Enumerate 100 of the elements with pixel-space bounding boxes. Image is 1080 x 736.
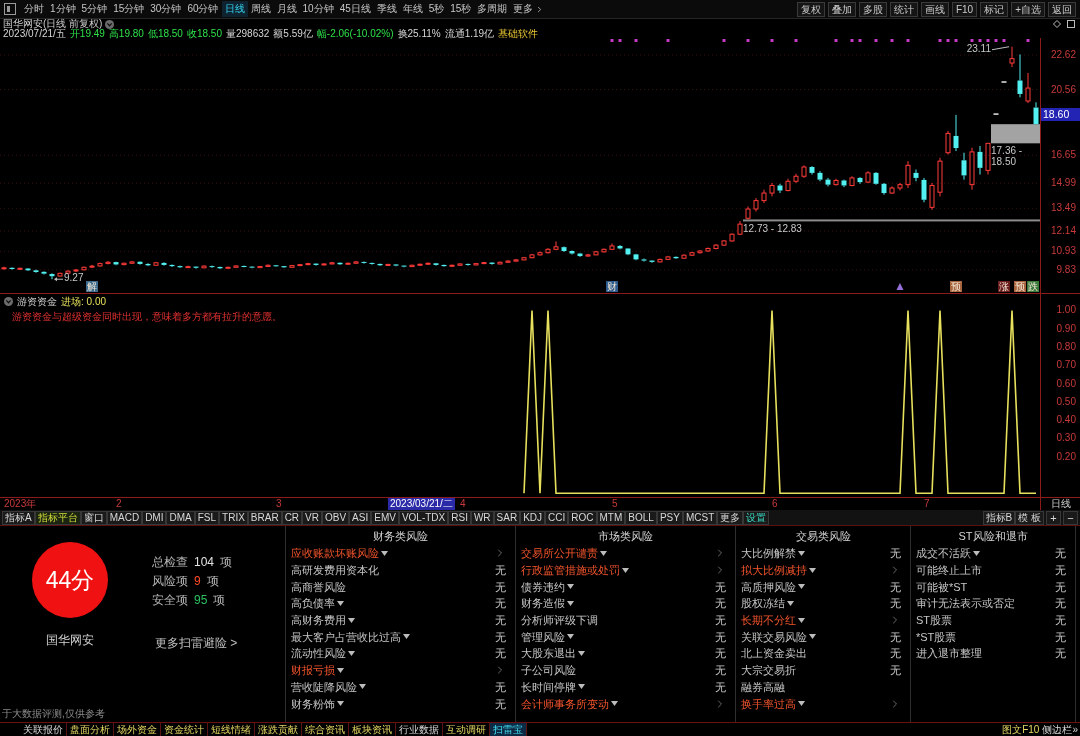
indicator-tab[interactable]: ROC	[568, 510, 597, 525]
risk-item[interactable]: 股权冻结	[741, 596, 785, 611]
caret-icon[interactable]	[798, 550, 805, 556]
toolbar-button[interactable]: F10	[951, 1, 978, 17]
period-tab[interactable]: 季线	[373, 1, 400, 17]
caret-icon[interactable]	[578, 684, 585, 690]
caret-icon[interactable]	[403, 634, 410, 640]
risk-item[interactable]: 高商誉风险	[291, 579, 346, 594]
caret-icon[interactable]	[578, 650, 585, 656]
risk-item[interactable]: 分析师评级下调	[521, 613, 598, 628]
indicator-tab[interactable]: VOL-TDX	[398, 510, 449, 525]
toolbar-button[interactable]: 复权	[796, 1, 825, 17]
risk-item[interactable]: 可能终止上市	[916, 563, 982, 578]
indicator-tab[interactable]: FSL	[194, 510, 220, 525]
indicator-tab[interactable]: PSY	[656, 510, 683, 525]
caret-icon[interactable]	[787, 600, 794, 606]
period-tab[interactable]: 年线	[399, 1, 426, 17]
caret-icon[interactable]	[337, 667, 344, 673]
indicator-tab[interactable]: 窗口	[80, 510, 107, 525]
toolbar-button[interactable]: 标记	[980, 1, 1009, 17]
toolbar-button[interactable]: 叠加	[827, 1, 856, 17]
caret-icon[interactable]	[381, 550, 388, 556]
risk-item[interactable]: 高质押风险	[741, 579, 796, 594]
caret-icon[interactable]	[600, 550, 607, 556]
risk-item[interactable]: 审计无法表示或否定	[916, 596, 1015, 611]
indicator-tab[interactable]: SAR	[493, 510, 521, 525]
period-tab[interactable]: 日线	[221, 1, 248, 17]
bottom-tab[interactable]: 场外资金	[114, 723, 161, 736]
indicator-tab[interactable]: WR	[470, 510, 494, 525]
toolbar-button[interactable]: 统计	[889, 1, 918, 17]
indicator-tab[interactable]: VR	[302, 510, 322, 525]
risk-item[interactable]: 高研发费用资本化	[291, 563, 379, 578]
caret-icon[interactable]	[567, 584, 574, 590]
indicator-tab[interactable]: 指标A	[2, 510, 35, 525]
caret-icon[interactable]	[567, 634, 574, 640]
toolbar-button[interactable]: 多股	[858, 1, 887, 17]
event-marker[interactable]: ▲	[894, 280, 906, 292]
bottom-tab[interactable]: 板块资讯	[349, 723, 396, 736]
caret-icon[interactable]	[337, 600, 344, 606]
indicator-tab[interactable]: MACD	[106, 510, 143, 525]
risk-item[interactable]: 大宗交易折	[741, 663, 796, 678]
zoom-button[interactable]: +	[1046, 510, 1061, 525]
indicator-tab[interactable]: 模 板	[1015, 510, 1044, 525]
caret-icon[interactable]	[798, 617, 805, 623]
caret-icon[interactable]	[567, 600, 574, 606]
period-tab[interactable]: 15秒	[447, 1, 475, 17]
square-icon[interactable]	[1067, 20, 1075, 28]
risk-item[interactable]: 应收账款坏账风险	[291, 546, 379, 561]
risk-item[interactable]: 拟大比例减持	[741, 563, 807, 578]
caret-icon[interactable]	[611, 701, 618, 707]
indicator-tab[interactable]: ASI	[349, 510, 372, 525]
risk-item[interactable]: ST股票	[916, 613, 953, 628]
indicator-tab[interactable]: 指标平台	[34, 510, 81, 525]
risk-item[interactable]: 大股东退出	[521, 646, 576, 661]
period-tab[interactable]: 5分钟	[78, 1, 111, 17]
risk-item[interactable]: 换手率过高	[741, 696, 796, 711]
event-tag[interactable]: 涨	[998, 281, 1010, 292]
period-tab[interactable]: 15分钟	[110, 1, 148, 17]
indicator-tab[interactable]: MCST	[682, 510, 718, 525]
indicator-tab[interactable]: KDJ	[520, 510, 546, 525]
indicator-tab[interactable]: CCI	[545, 510, 569, 525]
event-tag[interactable]: 财	[606, 281, 618, 292]
risk-item[interactable]: 流动性风险	[291, 646, 346, 661]
risk-item[interactable]: 成交不活跃	[916, 546, 971, 561]
risk-item[interactable]: 交易所公开谴责	[521, 546, 598, 561]
period-tab[interactable]: 1分钟	[47, 1, 79, 17]
more-link[interactable]: 更多扫雷避险 >	[152, 636, 238, 651]
risk-item[interactable]: 长期不分红	[741, 613, 796, 628]
bottom-tab[interactable]: 综合资讯	[302, 723, 349, 736]
risk-item[interactable]: 管理风险	[521, 629, 565, 644]
period-tab[interactable]: 5秒	[425, 1, 448, 17]
toolbar-button[interactable]: 返回	[1048, 1, 1076, 17]
caret-icon[interactable]	[798, 584, 805, 590]
bottom-tab[interactable]: 涨跌贡献	[255, 723, 302, 736]
zoom-button[interactable]: −	[1063, 510, 1078, 525]
sidebar-toggle-icon[interactable]	[4, 3, 16, 15]
risk-item[interactable]: 融券高融	[741, 679, 785, 694]
period-tab[interactable]: 10分钟	[299, 1, 337, 17]
toolbar-button[interactable]: +自选	[1011, 1, 1045, 17]
bottom-tab[interactable]: 关联报价	[20, 723, 67, 736]
indicator-tab[interactable]: DMI	[142, 510, 167, 525]
indicator-tab[interactable]: CR	[281, 510, 303, 525]
side-link[interactable]: 图文F10	[1002, 723, 1040, 736]
caret-icon[interactable]	[337, 701, 344, 707]
event-tag[interactable]: 解	[86, 281, 98, 292]
indicator-tab[interactable]: TRIX	[219, 510, 248, 525]
caret-icon[interactable]	[973, 550, 980, 556]
bottom-tab[interactable]: 行业数据	[396, 723, 443, 736]
indicator-tab[interactable]: RSI	[448, 510, 471, 525]
caret-icon[interactable]	[622, 567, 629, 573]
risk-item[interactable]: 高负债率	[291, 596, 335, 611]
period-tab[interactable]: 60分钟	[184, 1, 222, 17]
event-tag[interactable]: 预	[950, 281, 962, 292]
caret-icon[interactable]	[348, 650, 355, 656]
side-link[interactable]: 侧边栏»	[1042, 723, 1078, 736]
period-tab[interactable]: 月线	[273, 1, 300, 17]
indicator-tab[interactable]: OBV	[322, 510, 350, 525]
bottom-tab[interactable]: 资金统计	[161, 723, 208, 736]
diamond-icon[interactable]	[1053, 20, 1061, 28]
dropdown-icon[interactable]	[105, 19, 115, 29]
